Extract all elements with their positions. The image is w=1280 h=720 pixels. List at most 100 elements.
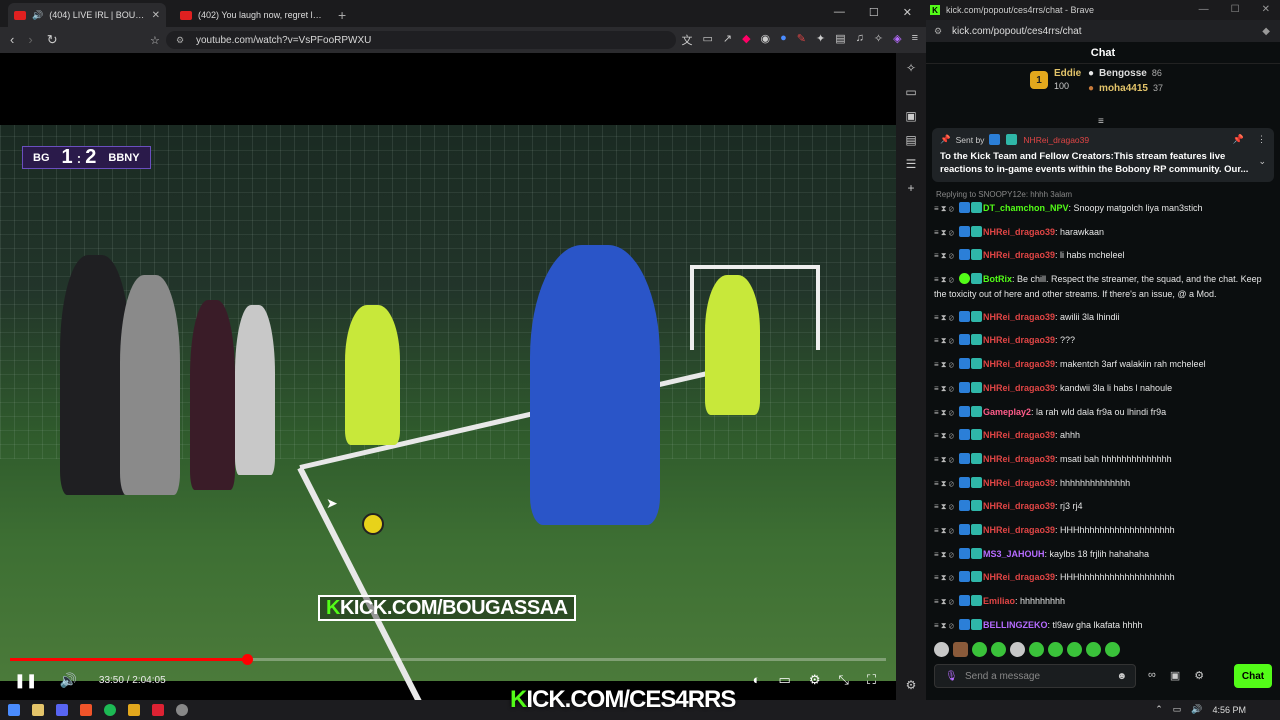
chat-username[interactable]: NHRei_dragao39: [983, 572, 1055, 582]
chat-username[interactable]: NHRei_dragao39: [983, 501, 1055, 511]
chat-username[interactable]: NHRei_dragao39: [983, 478, 1055, 488]
brave-shield-icon[interactable]: ◆: [742, 32, 750, 48]
fullscreen-icon[interactable]: ⛶: [867, 672, 876, 688]
chat-message[interactable]: ≡ ⧗ ⊘ NHRei_dragao39: ???: [934, 333, 1272, 348]
chat-settings-icon[interactable]: ⚙: [1194, 669, 1204, 682]
minimize-icon[interactable]: —: [834, 6, 845, 19]
chat-filter-icon[interactable]: ≡: [1098, 116, 1104, 127]
chat-message[interactable]: ≡ ⧗ ⊘ NHRei_dragao39: hhhhhhhhhhhhhh: [934, 476, 1272, 491]
settings-icon[interactable]: ⚙: [809, 672, 821, 688]
chat-username[interactable]: NHRei_dragao39: [983, 227, 1055, 237]
file-explorer-icon[interactable]: [32, 704, 44, 716]
volume-icon[interactable]: 🔊: [1191, 704, 1202, 715]
video-player[interactable]: BG 1 : 2 BBNY K KICK.COM/BOUGASSAA ➤ ❚❚ 🔊…: [0, 53, 896, 700]
message-actions-icon[interactable]: ≡ ⧗ ⊘: [934, 202, 954, 216]
emote-icon[interactable]: [972, 642, 987, 657]
bookmarks-icon[interactable]: ▤: [905, 133, 916, 147]
chat-message[interactable]: ≡ ⧗ ⊘ Gameplay2: la rah wld dala fr9a ou …: [934, 405, 1272, 420]
emote-icon[interactable]: [1086, 642, 1101, 657]
share-icon[interactable]: ↗: [723, 32, 732, 48]
emote-icon[interactable]: [1029, 642, 1044, 657]
extension-icon[interactable]: ✎: [797, 32, 806, 48]
message-actions-icon[interactable]: ≡ ⧗ ⊘: [934, 429, 954, 443]
chat-message[interactable]: ≡ ⧗ ⊘ NHRei_dragao39: harawkaan: [934, 225, 1272, 240]
discord-icon[interactable]: [56, 704, 68, 716]
chat-message[interactable]: ≡ ⧗ ⊘ NHRei_dragao39: awilii 3la lhindii: [934, 310, 1272, 325]
menu-icon[interactable]: ≡: [912, 32, 918, 48]
maximize-icon[interactable]: ☐: [1231, 4, 1240, 15]
chat-username[interactable]: BotRix: [983, 274, 1012, 284]
maximize-icon[interactable]: ☐: [869, 6, 879, 19]
gift-icon[interactable]: ▣: [1170, 669, 1180, 682]
message-actions-icon[interactable]: ≡ ⧗ ⊘: [934, 571, 954, 585]
close-window-icon[interactable]: ✕: [903, 6, 912, 19]
chat-message[interactable]: ≡ ⧗ ⊘ BotRix: Be chill. Respect the strea…: [934, 272, 1272, 301]
miniplayer-icon[interactable]: ⤡: [838, 672, 848, 688]
message-actions-icon[interactable]: ≡ ⧗ ⊘: [934, 500, 954, 514]
progress-bar[interactable]: [10, 654, 886, 665]
chevron-down-icon[interactable]: ⌄: [1258, 156, 1266, 167]
network-icon[interactable]: ▭: [1173, 704, 1182, 715]
volume-icon[interactable]: 🔊: [59, 672, 76, 689]
tv-icon[interactable]: ▭: [905, 85, 916, 99]
url-field[interactable]: ⚙ youtube.com/watch?v=VsPFooRPWXU: [166, 31, 676, 49]
chat-username[interactable]: MS3_JAHOUH: [983, 549, 1045, 559]
chat-username[interactable]: BELLINGZEKO: [983, 620, 1048, 630]
extension-icon[interactable]: ◉: [761, 32, 771, 48]
new-tab-button[interactable]: +: [338, 7, 346, 23]
wallet-icon[interactable]: ▣: [905, 109, 916, 123]
more-options-icon[interactable]: ⋮: [1257, 134, 1266, 145]
message-actions-icon[interactable]: ≡ ⧗ ⊘: [934, 477, 954, 491]
leo-ai-icon[interactable]: ✧: [906, 61, 916, 75]
chat-username[interactable]: NHRei_dragao39: [983, 383, 1055, 393]
speaker-icon[interactable]: 🔊: [32, 10, 43, 21]
chat-message[interactable]: ≡ ⧗ ⊘ NHRei_dragao39: msati bah hhhhhhhhh…: [934, 452, 1272, 467]
puzzle-icon[interactable]: ✦: [816, 32, 825, 48]
bookmark-icon[interactable]: ☆: [150, 34, 160, 47]
clock[interactable]: 4:56 PM: [1212, 705, 1246, 715]
emote-icon[interactable]: [934, 642, 949, 657]
pinned-message[interactable]: 📌 Sent by NHRei_dragao39 To the Kick Tea…: [932, 128, 1274, 182]
app-icon[interactable]: [128, 704, 140, 716]
close-window-icon[interactable]: ✕: [1262, 4, 1270, 15]
site-settings-icon[interactable]: ⚙: [934, 26, 942, 37]
message-actions-icon[interactable]: ≡ ⧗ ⊘: [934, 358, 954, 372]
emote-icon[interactable]: [953, 642, 968, 657]
site-info-icon[interactable]: ⚙: [176, 35, 184, 46]
reading-list-icon[interactable]: ☰: [906, 157, 917, 171]
obs-icon[interactable]: [176, 704, 188, 716]
emote-icon[interactable]: [1067, 642, 1082, 657]
sidebar-toggle-icon[interactable]: ▤: [835, 32, 845, 48]
emote-icon[interactable]: [1048, 642, 1063, 657]
message-actions-icon[interactable]: ≡ ⧗ ⊘: [934, 406, 954, 420]
progress-scrubber[interactable]: [241, 654, 253, 665]
chat-message[interactable]: ≡ ⧗ ⊘ MS3_JAHOUH: kaylbs 18 frjlih hahaha…: [934, 547, 1272, 562]
add-panel-icon[interactable]: +: [907, 181, 914, 195]
wallet-icon[interactable]: ◈: [893, 32, 901, 48]
tab-live-irl[interactable]: 🔊 (404) LIVE IRL | BOUGASSA V ✕: [8, 3, 166, 27]
emote-icon[interactable]: [991, 642, 1006, 657]
media-icon[interactable]: ♫: [856, 32, 864, 48]
chat-username[interactable]: NHRei_dragao39: [983, 250, 1055, 260]
captions-icon[interactable]: ▭: [779, 672, 791, 688]
autoplay-icon[interactable]: ◐: [753, 672, 761, 688]
chat-message[interactable]: ≡ ⧗ ⊘ DT_chamchon_NPV: Snoopy matgolch li…: [934, 201, 1272, 216]
message-actions-icon[interactable]: ≡ ⧗ ⊘: [934, 595, 954, 609]
brave-icon[interactable]: [80, 704, 92, 716]
emoji-icon[interactable]: ☻: [1116, 671, 1127, 682]
message-actions-icon[interactable]: ≡ ⧗ ⊘: [934, 226, 954, 240]
mic-icon[interactable]: 🎙: [945, 671, 958, 682]
chat-message[interactable]: ≡ ⧗ ⊘ NHRei_dragao39: kandwii 3la li habs…: [934, 381, 1272, 396]
chat-message[interactable]: ≡ ⧗ ⊘ NHRei_dragao39: li habs mcheleel: [934, 248, 1272, 263]
tab-laugh-now[interactable]: (402) You laugh now, regret later: [174, 3, 332, 27]
brave-shield-icon[interactable]: ◆: [1262, 26, 1270, 37]
chat-username[interactable]: NHRei_dragao39: [983, 359, 1055, 369]
chat-message[interactable]: ≡ ⧗ ⊘ NHRei_dragao39: makentch 3arf walak…: [934, 357, 1272, 372]
leo-icon[interactable]: ✧: [874, 32, 883, 48]
chat-message[interactable]: ≡ ⧗ ⊘ BELLINGZEKO: tl9aw gha lkafata hhhh: [934, 618, 1272, 633]
chat-username[interactable]: NHRei_dragao39: [983, 454, 1055, 464]
chat-message[interactable]: ≡ ⧗ ⊘ NHRei_dragao39: HHHhhhhhhhhhhhhhhhh…: [934, 523, 1272, 538]
translate-icon[interactable]: 文: [681, 32, 692, 48]
cast-icon[interactable]: ▭: [702, 32, 712, 48]
chat-message[interactable]: ≡ ⧗ ⊘ Emiliao: hhhhhhhhh: [934, 594, 1272, 609]
